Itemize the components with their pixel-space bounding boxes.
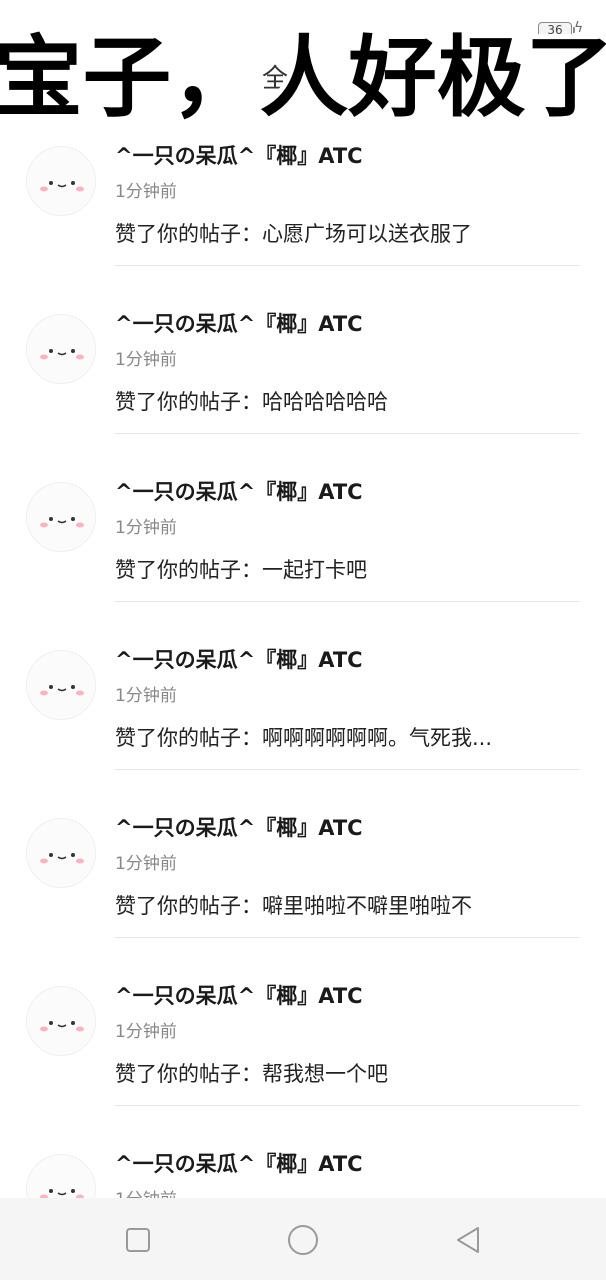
avatar[interactable] [26, 482, 96, 552]
list-item[interactable]: ^一只の呆瓜^『椰』ATC 1分钟前 赞了你的帖子：哈哈哈哈哈哈 [0, 288, 606, 456]
square-recent-apps-icon[interactable] [118, 1220, 158, 1260]
notification-text: 赞了你的帖子：噼里啪啦不噼里啪啦不 [115, 894, 472, 918]
timestamp: 1分钟前 [115, 518, 177, 538]
divider [115, 265, 580, 266]
avatar[interactable] [26, 986, 96, 1056]
lightning-icon: ϟ [574, 20, 584, 36]
timestamp: 1分钟前 [115, 686, 177, 706]
user-name[interactable]: ^一只の呆瓜^『椰』ATC [115, 1148, 363, 1178]
user-name[interactable]: ^一只の呆瓜^『椰』ATC [115, 140, 363, 170]
user-name[interactable]: ^一只の呆瓜^『椰』ATC [115, 812, 363, 842]
user-name[interactable]: ^一只の呆瓜^『椰』ATC [115, 644, 363, 674]
list-item[interactable]: ^一只の呆瓜^『椰』ATC 1分钟前 赞了你的帖子：一起打卡吧 [0, 456, 606, 624]
user-name[interactable]: ^一只の呆瓜^『椰』ATC [115, 476, 363, 506]
notification-text: 赞了你的帖子：一起打卡吧 [115, 558, 367, 582]
divider [115, 1105, 580, 1106]
timestamp: 1分钟前 [115, 1022, 177, 1042]
avatar[interactable] [26, 650, 96, 720]
divider [115, 937, 580, 938]
notification-text: 赞了你的帖子：啊啊啊啊啊啊。气死我... [115, 726, 493, 750]
avatar[interactable] [26, 314, 96, 384]
notification-text: 赞了你的帖子：心愿广场可以送衣服了 [115, 222, 472, 246]
avatar[interactable] [26, 818, 96, 888]
triangle-back-icon[interactable] [448, 1220, 488, 1260]
list-item[interactable]: ^一只の呆瓜^『椰』ATC 1分钟前 赞了你的帖子：帮我想一个吧 [0, 960, 606, 1128]
user-name[interactable]: ^一只の呆瓜^『椰』ATC [115, 308, 363, 338]
divider [115, 433, 580, 434]
divider [115, 601, 580, 602]
battery-icon: 36 [538, 22, 575, 39]
list-item[interactable]: ^一只の呆瓜^『椰』ATC 1分钟前 赞了你的帖子：啊啊啊啊啊啊。气死我... [0, 624, 606, 792]
timestamp: 1分钟前 [115, 854, 177, 874]
list-item[interactable]: ^一只の呆瓜^『椰』ATC 1分钟前 赞了你的帖子：心愿广场可以送衣服了 [0, 120, 606, 288]
list-item[interactable]: ^一只の呆瓜^『椰』ATC 1分钟前 赞了你的帖子：噼里啪啦不噼里啪啦不 [0, 792, 606, 960]
status-bar: 36 ϟ [0, 0, 606, 44]
timestamp: 1分钟前 [115, 350, 177, 370]
avatar[interactable] [26, 146, 96, 216]
circle-home-icon[interactable] [283, 1220, 323, 1260]
page-title: 全 [262, 64, 289, 94]
notification-text: 赞了你的帖子：哈哈哈哈哈哈 [115, 390, 388, 414]
notification-text: 赞了你的帖子：帮我想一个吧 [115, 1062, 388, 1086]
navigation-bar [0, 1198, 606, 1280]
divider [115, 769, 580, 770]
timestamp: 1分钟前 [115, 182, 177, 202]
user-name[interactable]: ^一只の呆瓜^『椰』ATC [115, 980, 363, 1010]
